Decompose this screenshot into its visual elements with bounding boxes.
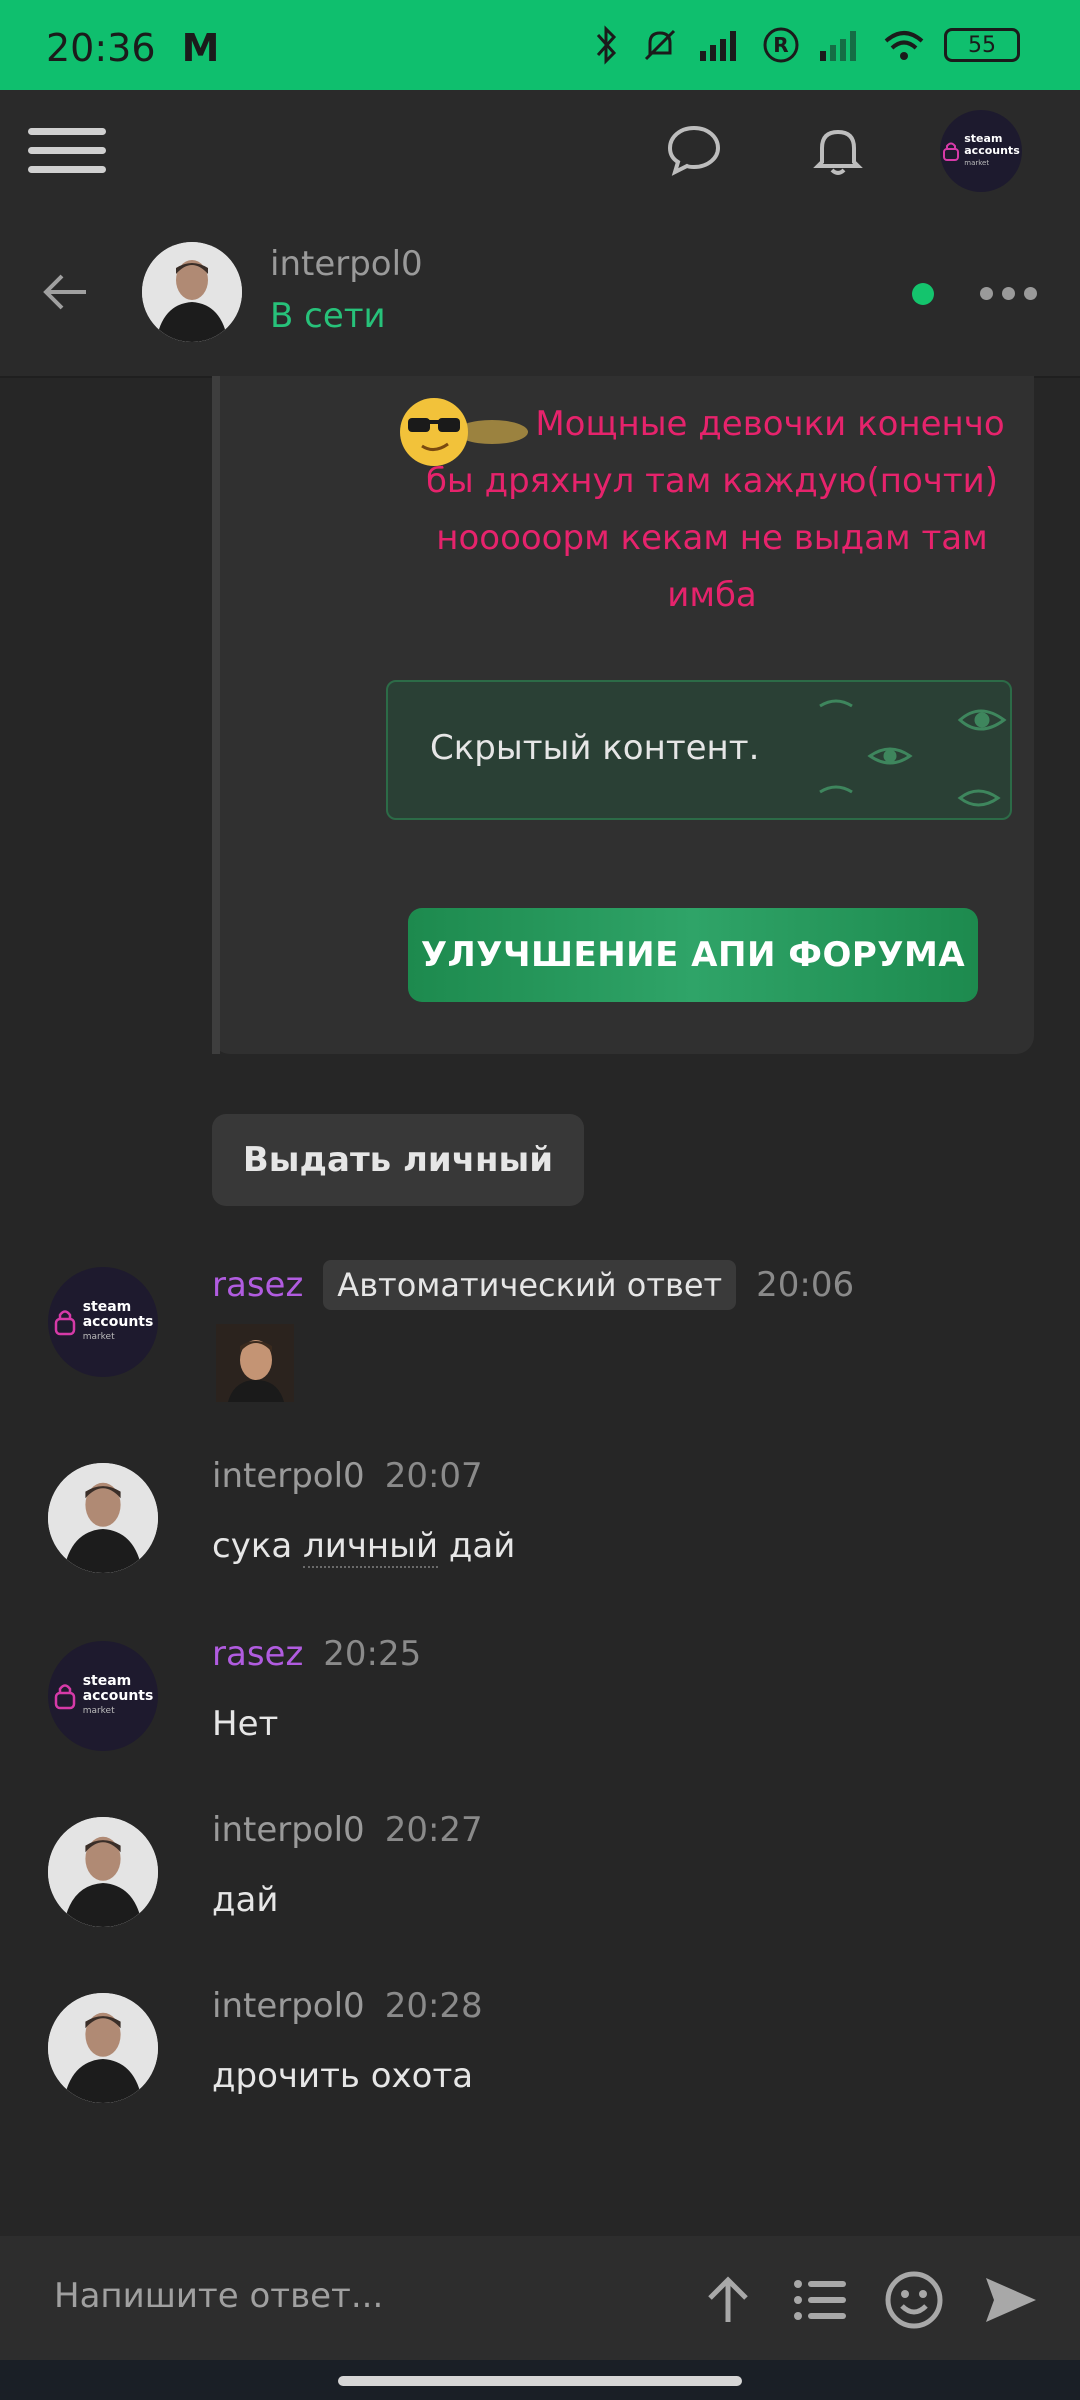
quoted-text: Мощные девочки коненчо бы дряхнул там ка… — [425, 404, 1005, 615]
quoted-message-card: Мощные девочки коненчо бы дряхнул там ка… — [212, 376, 1034, 1054]
top-nav: steam accounts market — [0, 90, 1080, 210]
message-time: 20:28 — [384, 1986, 483, 2026]
message-username[interactable]: rasez — [212, 1634, 303, 1674]
user-avatar[interactable] — [48, 1463, 158, 1573]
upgrade-api-button[interactable]: УЛУЧШЕНИЕ АПИ ФОРУМА — [408, 908, 978, 1002]
message-time: 20:06 — [756, 1265, 855, 1305]
user-avatar[interactable]: steam accounts market — [48, 1267, 158, 1377]
message-time: 20:27 — [384, 1810, 483, 1850]
menu-icon[interactable] — [28, 118, 106, 182]
message-username[interactable]: rasez — [212, 1265, 303, 1305]
system-nav-bar — [0, 2360, 1080, 2400]
profile-avatar[interactable]: steam accounts market — [940, 110, 1022, 192]
reply-composer: Напишите ответ... — [0, 2236, 1080, 2360]
contact-name: interpol0 — [270, 244, 423, 284]
roaming-icon: R — [763, 27, 799, 63]
smile-icon[interactable] — [884, 2270, 944, 2330]
message-username[interactable]: interpol0 — [212, 1986, 365, 2026]
quote-bar — [212, 376, 220, 1054]
message-time: 20:07 — [384, 1456, 483, 1496]
home-indicator[interactable] — [338, 2376, 742, 2386]
user-avatar[interactable] — [48, 1993, 158, 2103]
message-time: 20:25 — [323, 1634, 422, 1674]
user-avatar[interactable] — [48, 1817, 158, 1927]
eye-pattern-icon — [819, 699, 1007, 807]
message-meta: rasez Автоматический ответ 20:06 — [212, 1260, 854, 1310]
contact-status: В сети — [270, 296, 386, 336]
arrow-up-icon[interactable] — [698, 2270, 758, 2330]
chat-bubble-icon[interactable] — [664, 120, 724, 180]
status-icons: R 55 — [592, 22, 1020, 68]
more-icon[interactable] — [980, 287, 1037, 300]
message-meta: interpol0 20:07 — [212, 1456, 483, 1496]
chat-header: interpol0 В сети — [0, 210, 1080, 378]
online-indicator — [912, 283, 934, 305]
hidden-content-box[interactable]: Скрытый контент. — [386, 680, 1012, 820]
signal2-icon — [820, 31, 856, 61]
status-time: 20:36 M — [46, 26, 220, 70]
lock-logo-icon — [54, 1310, 75, 1336]
contact-avatar[interactable] — [142, 242, 242, 342]
message-username[interactable]: interpol0 — [212, 1810, 365, 1850]
status-bar: 20:36 M R 55 — [0, 0, 1080, 90]
user-avatar[interactable]: steam accounts market — [48, 1641, 158, 1751]
back-arrow-icon[interactable] — [36, 262, 96, 322]
brand-text: steam accounts market — [964, 132, 1020, 168]
auto-reply-badge: Автоматический ответ — [323, 1260, 737, 1310]
mute-bell-icon — [644, 29, 676, 61]
lock-logo-icon — [943, 142, 960, 161]
svg-text:R: R — [773, 33, 788, 57]
wifi-icon — [884, 31, 924, 60]
message-meta: interpol0 20:27 — [212, 1810, 483, 1850]
dotted-word: личный — [303, 1526, 439, 1568]
issue-personal-button[interactable]: Выдать личный — [212, 1114, 584, 1206]
list-icon[interactable] — [790, 2270, 850, 2330]
send-icon[interactable] — [980, 2270, 1040, 2330]
reply-input[interactable]: Напишите ответ... — [54, 2276, 383, 2316]
message-text: Нет — [212, 1704, 279, 1744]
signal-icon — [700, 31, 736, 61]
carrier-icon: M — [181, 26, 220, 70]
hidden-content-label: Скрытый контент. — [430, 728, 760, 768]
message-meta: rasez 20:25 — [212, 1634, 421, 1674]
bluetooth-icon — [596, 25, 617, 65]
bell-icon[interactable] — [808, 120, 868, 180]
message-text: дай — [212, 1880, 279, 1920]
message-username[interactable]: interpol0 — [212, 1456, 365, 1496]
message-text: дрочить охота — [212, 2056, 474, 2096]
message-meta: interpol0 20:28 — [212, 1986, 483, 2026]
attached-image[interactable] — [216, 1324, 294, 1402]
lock-logo-icon — [54, 1684, 75, 1710]
message-text: сука личный дай — [212, 1526, 516, 1568]
battery-indicator: 55 — [944, 28, 1020, 62]
